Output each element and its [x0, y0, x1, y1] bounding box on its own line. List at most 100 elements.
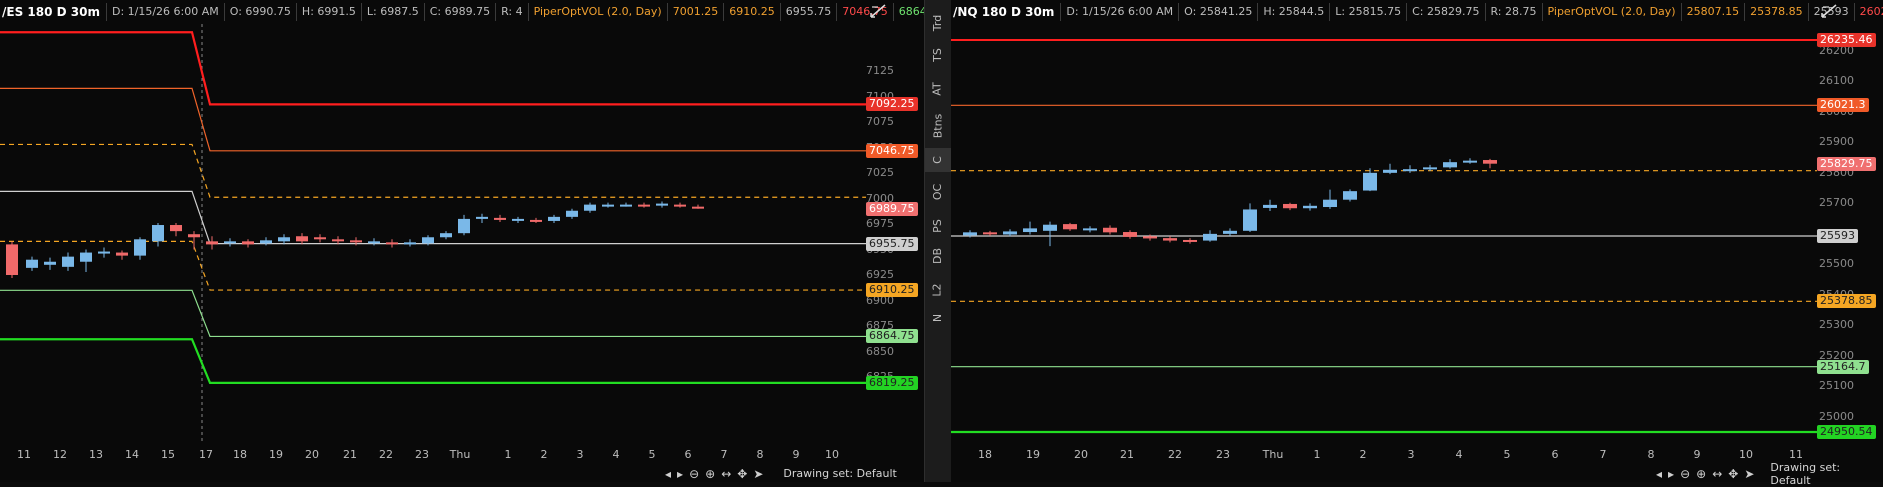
candle-body — [692, 206, 704, 209]
pointer-icon[interactable]: ➤ — [1744, 467, 1754, 481]
zoom-out-icon[interactable]: ⊖ — [689, 467, 699, 481]
pan-horizontal-icon[interactable]: ↔ — [1712, 467, 1722, 481]
pan-all-icon[interactable]: ✥ — [1728, 467, 1738, 481]
price-axis-tick: 7125 — [866, 64, 894, 77]
candle-body — [6, 244, 18, 275]
side-tab-c[interactable]: C — [925, 148, 951, 172]
right-range: R: 28.75 — [1484, 3, 1542, 21]
scroll-left-icon[interactable]: ◂ — [665, 467, 671, 481]
price-label: 6819.25 — [866, 375, 918, 390]
right-high: H: 25844.5 — [1257, 3, 1329, 21]
right-date: D: 1/15/26 6:00 AM — [1060, 3, 1178, 21]
right-study-name[interactable]: PiperOptVOL (2.0, Day) — [1541, 3, 1681, 21]
time-axis-tick: 11 — [17, 448, 31, 461]
price-axis-tick: 6975 — [866, 217, 894, 230]
time-axis-tick: 8 — [1647, 448, 1655, 461]
time-axis-tick: 5 — [1503, 448, 1511, 461]
side-tab-oc[interactable]: OC — [925, 178, 951, 206]
candle-body — [278, 237, 290, 242]
candle-body — [1423, 167, 1437, 170]
candle-body — [1123, 232, 1137, 237]
left-symbol[interactable]: /ES 180 D 30m — [0, 5, 106, 19]
pointer-icon[interactable]: ➤ — [753, 467, 763, 481]
price-axis-tick: 25500 — [1819, 257, 1854, 271]
time-axis-tick: 21 — [1120, 448, 1134, 461]
candle-body — [260, 240, 272, 244]
time-axis-tick: 9 — [1693, 448, 1701, 461]
price-label: 7046.75 — [866, 143, 918, 158]
right-close: C: 25829.75 — [1406, 3, 1484, 21]
candle-body — [62, 256, 74, 267]
center-line — [0, 190, 866, 245]
left-study-value-3: 6955.75 — [779, 3, 837, 21]
candle-body — [314, 237, 326, 240]
pan-all-icon[interactable]: ✥ — [737, 467, 747, 481]
side-tab-n[interactable]: N — [925, 306, 951, 330]
right-price-chart[interactable] — [951, 24, 1883, 464]
time-axis-tick: Thu — [449, 448, 471, 461]
side-tab-ts[interactable]: TS — [925, 40, 951, 70]
candle-body — [206, 241, 218, 245]
lower-1-band-line — [0, 289, 866, 338]
candle-body — [566, 210, 578, 217]
left-low: L: 6987.5 — [360, 3, 424, 21]
time-axis-tick: 15 — [161, 448, 175, 461]
side-tab-db[interactable]: DB — [925, 242, 951, 270]
right-footer: ◂ ▸ ⊖ ⊕ ↔ ✥ ➤ Drawing set: Default — [1656, 461, 1883, 487]
scroll-left-icon[interactable]: ◂ — [1656, 467, 1662, 481]
drawing-tools-icon[interactable] — [868, 3, 888, 21]
side-tab-l2[interactable]: L2 — [925, 276, 951, 304]
side-tab-ps[interactable]: PS — [925, 212, 951, 240]
drawing-tools-icon[interactable] — [1819, 3, 1839, 21]
candle-body — [512, 218, 524, 221]
candle-body — [1083, 228, 1097, 231]
time-axis-tick: 6 — [1551, 448, 1559, 461]
scroll-right-icon[interactable]: ▸ — [677, 467, 683, 481]
time-axis-tick: Thu — [1262, 448, 1284, 461]
left-close: C: 6989.75 — [423, 3, 495, 21]
upper-2-band-line — [0, 31, 866, 106]
price-label: 6989.75 — [866, 201, 918, 216]
candle-body — [963, 232, 977, 236]
candle-body — [80, 252, 92, 262]
price-label: 6910.25 — [866, 283, 918, 298]
right-drawing-set[interactable]: Drawing set: Default — [1770, 461, 1883, 487]
zoom-out-icon[interactable]: ⊖ — [1680, 467, 1690, 481]
candle-body — [1023, 228, 1037, 233]
price-label: 25593 — [1817, 229, 1858, 243]
candle-body — [1003, 231, 1017, 235]
side-tab-strip: Trd TS AT Btns C OC PS DB L2 N — [924, 0, 952, 482]
candle-body — [440, 233, 452, 238]
candle-body — [530, 219, 542, 222]
left-open: O: 6990.75 — [223, 3, 296, 21]
candle-body — [296, 236, 308, 242]
candle-body — [1223, 230, 1237, 234]
candle-body — [656, 203, 668, 206]
price-axis-tick: 7075 — [866, 115, 894, 128]
candle-body — [332, 239, 344, 242]
candle-body — [1463, 160, 1477, 163]
side-tab-trd[interactable]: Trd — [925, 8, 951, 38]
right-symbol[interactable]: /NQ 180 D 30m — [951, 5, 1060, 19]
price-label: 6955.75 — [866, 236, 918, 251]
candle-body — [1263, 204, 1277, 208]
left-study-name[interactable]: PiperOptVOL (2.0, Day) — [527, 3, 667, 21]
side-tab-label: N — [930, 313, 944, 323]
candle-body — [422, 237, 434, 244]
left-date: D: 1/15/26 6:00 AM — [105, 3, 224, 21]
price-axis-tick: 25100 — [1819, 379, 1854, 393]
side-tab-btns[interactable]: Btns — [925, 108, 951, 144]
price-label: 26021.3 — [1817, 98, 1869, 113]
pan-horizontal-icon[interactable]: ↔ — [721, 467, 731, 481]
left-drawing-set[interactable]: Drawing set: Default — [783, 467, 896, 480]
left-price-chart[interactable] — [0, 24, 924, 464]
zoom-in-icon[interactable]: ⊕ — [705, 467, 715, 481]
time-axis-tick: 20 — [1074, 448, 1088, 461]
price-axis-tick: 25300 — [1819, 318, 1854, 332]
price-label: 7092.25 — [866, 97, 918, 112]
zoom-in-icon[interactable]: ⊕ — [1696, 467, 1706, 481]
price-label: 25829.75 — [1817, 156, 1876, 171]
side-tab-at[interactable]: AT — [925, 74, 951, 104]
scroll-right-icon[interactable]: ▸ — [1668, 467, 1674, 481]
time-axis-tick: 7 — [1599, 448, 1607, 461]
